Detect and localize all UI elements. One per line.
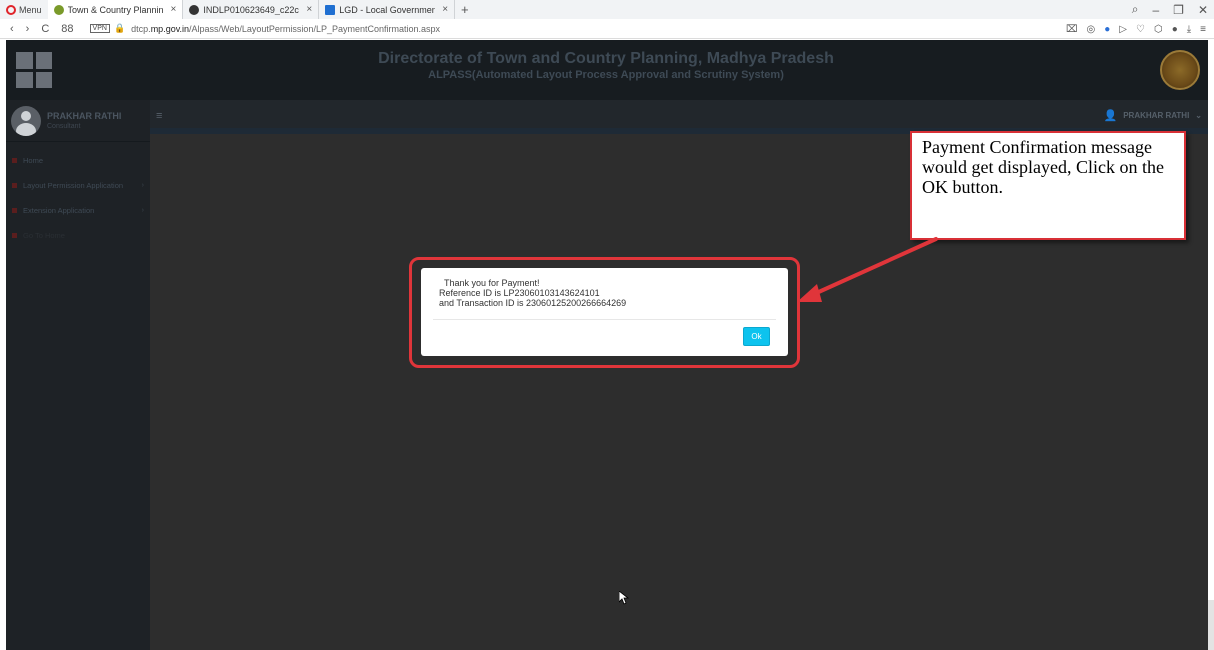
back-icon[interactable]: ‹: [10, 23, 14, 35]
tab-favicon-icon: [325, 4, 336, 15]
annotation-callout: Payment Confirmation message would get d…: [910, 131, 1186, 240]
shield-icon[interactable]: ●: [1104, 24, 1110, 35]
chevron-down-icon: ⌄: [1195, 111, 1202, 120]
url-field[interactable]: dtcp.mp.gov.in/Alpass/Web/LayoutPermissi…: [131, 24, 440, 34]
chevron-right-icon: ›: [141, 182, 144, 189]
minimize-icon[interactable]: –: [1152, 3, 1159, 17]
sidebar-item-label: Home: [23, 156, 44, 165]
close-window-icon[interactable]: ✕: [1198, 3, 1208, 17]
tab-favicon-icon: [53, 4, 64, 15]
tab-favicon-icon: [189, 4, 200, 15]
site-subtitle: ALPASS(Automated Layout Process Approval…: [428, 69, 784, 81]
address-bar: ‹ › C 88 VPN 🔒 dtcp.mp.gov.in/Alpass/Web…: [0, 19, 1214, 39]
sidebar-item-label: Go To Home: [23, 231, 65, 240]
sidebar-item-extension[interactable]: Extension Application ›: [6, 198, 150, 223]
site-title-block: Directorate of Town and Country Planning…: [156, 50, 1056, 81]
home-icon: [12, 233, 17, 238]
site-logo-icon: [16, 52, 52, 88]
url-domain: mp.gov.in: [150, 23, 190, 34]
send-icon[interactable]: ▷: [1119, 24, 1127, 35]
url-prefix: dtcp.: [131, 23, 151, 34]
sidebar-item-label: Layout Permission Application: [23, 181, 124, 190]
tab-town-country-planning[interactable]: Town & Country Planning ×: [47, 0, 184, 19]
folder-icon: [12, 183, 17, 188]
dialog-message-line: Thank you for Payment!: [444, 278, 540, 288]
ok-button[interactable]: Ok: [743, 327, 770, 346]
browser-menu-button[interactable]: Menu: [0, 4, 48, 15]
tab-title: Town & Country Planning: [67, 4, 164, 15]
user-menu-label: PRAKHAR RATHI: [1123, 111, 1190, 120]
tab-close-icon[interactable]: ×: [442, 4, 448, 15]
sidebar-profile: PRAKHAR RATHI Consultant: [6, 100, 150, 142]
hamburger-menu-icon[interactable]: ≡: [156, 110, 162, 122]
snapshot-icon[interactable]: ⌧: [1066, 24, 1078, 35]
address-bar-icons: ⌧ ◎ ● ▷ ♡ ⬡ ● ⤓ ≡: [1066, 19, 1206, 39]
vpn-badge[interactable]: VPN: [89, 24, 110, 33]
profile-icon[interactable]: ●: [1172, 24, 1178, 35]
dialog-message-line: Reference ID is LP23060103143624101: [439, 288, 600, 298]
url-path: /Alpass/Web/LayoutPermission/LP_PaymentC…: [189, 23, 441, 34]
profile-name: PRAKHAR RATHI: [47, 111, 122, 121]
tab-indlp[interactable]: INDLP010623649_c22cf95 ×: [183, 0, 320, 19]
reload-icon[interactable]: C: [41, 23, 49, 35]
top-bar: ≡ 👤 PRAKHAR RATHI ⌄: [150, 100, 1208, 134]
sidebar-item-layout-permission[interactable]: Layout Permission Application ›: [6, 173, 150, 198]
site-header: Directorate of Town and Country Planning…: [6, 40, 1208, 100]
sidebar-item-home[interactable]: Home: [6, 148, 150, 173]
forward-icon[interactable]: ›: [26, 23, 30, 35]
sidebar-item-label: Extension Application: [23, 206, 95, 215]
tab-title: LGD - Local Government D: [339, 4, 436, 15]
user-menu[interactable]: 👤 PRAKHAR RATHI ⌄: [1104, 109, 1202, 122]
sidebar-item-go-home[interactable]: Go To Home: [6, 223, 150, 248]
dialog-message: Thank you for Payment! Reference ID is L…: [439, 278, 626, 308]
opera-logo-icon: [6, 4, 16, 15]
lock-icon[interactable]: 🔒: [114, 23, 125, 34]
mp-emblem-icon: [1160, 50, 1200, 90]
box-icon[interactable]: ⬡: [1154, 24, 1163, 35]
mouse-cursor-icon: [619, 591, 629, 605]
user-icon: 👤: [1103, 110, 1118, 122]
scrollbar[interactable]: [1208, 600, 1214, 650]
chevron-right-icon: ›: [141, 207, 144, 214]
tab-close-icon[interactable]: ×: [306, 4, 312, 15]
download-icon[interactable]: ⤓: [1187, 24, 1191, 35]
browser-tab-bar: Menu Town & Country Planning × INDLP0106…: [0, 0, 1214, 19]
tab-title: INDLP010623649_c22cf95: [203, 4, 299, 15]
profile-role: Consultant: [47, 123, 81, 130]
heart-icon[interactable]: ♡: [1136, 24, 1145, 35]
nav-buttons: ‹ › C 88: [0, 23, 84, 35]
payment-confirmation-dialog: Thank you for Payment! Reference ID is L…: [421, 268, 788, 356]
tab-close-icon[interactable]: ×: [171, 4, 177, 15]
avatar: [11, 105, 41, 136]
dialog-message-line: and Transaction ID is 230601252002666642…: [439, 298, 627, 308]
sidebar: PRAKHAR RATHI Consultant Home Layout Per…: [6, 100, 150, 650]
folder-icon: [12, 208, 17, 213]
browser-menu-label: Menu: [19, 4, 42, 15]
tab-lgd[interactable]: LGD - Local Government D ×: [319, 0, 456, 19]
easy-setup-icon[interactable]: ≡: [1200, 24, 1206, 35]
camera-icon[interactable]: ◎: [1087, 24, 1096, 35]
site-title: Directorate of Town and Country Planning…: [378, 50, 834, 67]
window-controls: ⌕ – ❐ ✕: [1132, 0, 1208, 19]
restore-icon[interactable]: ❐: [1173, 3, 1184, 17]
sidebar-menu: Home Layout Permission Application › Ext…: [6, 142, 150, 248]
speed-dial-icon[interactable]: 88: [61, 23, 73, 35]
new-tab-button[interactable]: +: [455, 2, 475, 17]
search-tabs-icon[interactable]: ⌕: [1132, 2, 1139, 17]
dialog-divider: [433, 319, 776, 320]
home-icon: [12, 158, 17, 163]
